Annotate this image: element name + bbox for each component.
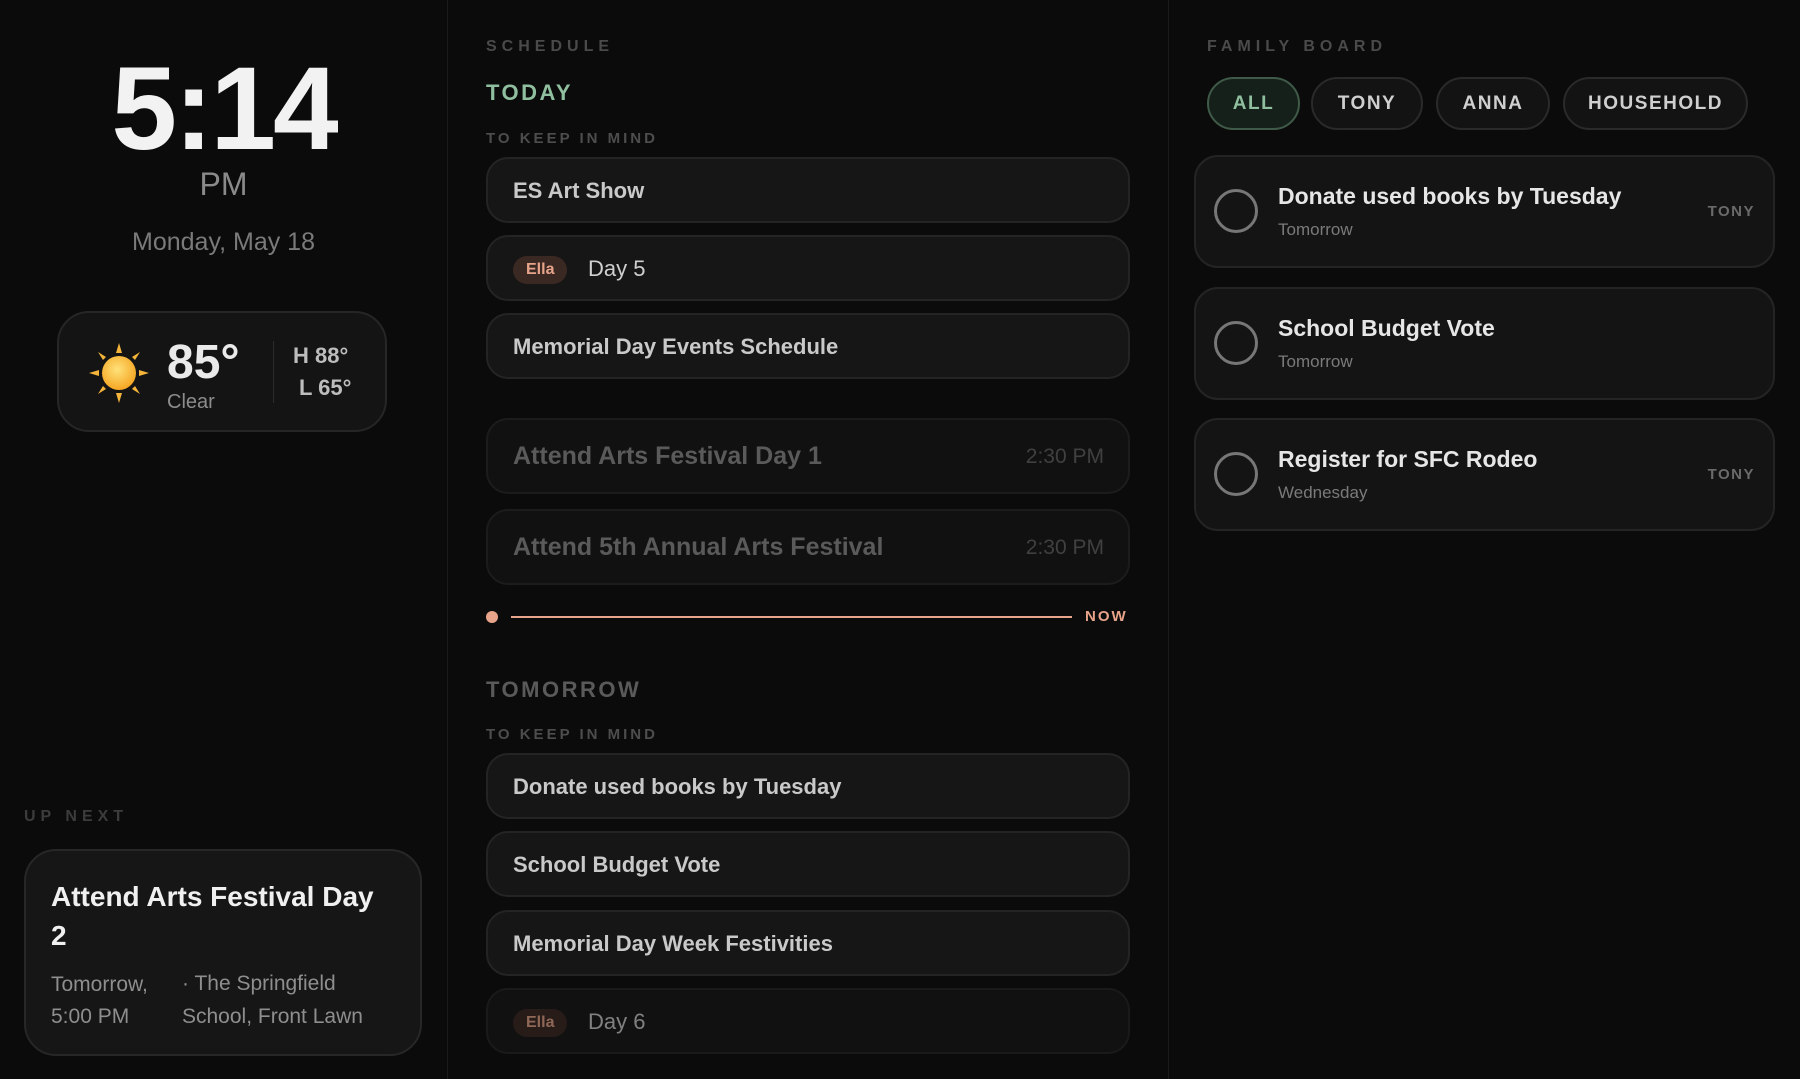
event-title: Attend 5th Annual Arts Festival [513, 533, 884, 561]
filter-tony[interactable]: TONY [1311, 77, 1423, 130]
today-keep-label: TO KEEP IN MIND [486, 130, 658, 147]
keep-item-text: School Budget Vote [513, 852, 721, 877]
filter-all[interactable]: ALL [1207, 77, 1300, 130]
task-due: Wednesday [1278, 483, 1368, 502]
task-due: Tomorrow [1278, 220, 1353, 239]
today-label: TODAY [486, 80, 574, 105]
task-due: Tomorrow [1278, 352, 1353, 371]
keep-item-text: Day 6 [588, 1009, 646, 1034]
weather-divider [273, 341, 274, 403]
past-event[interactable]: Attend 5th Annual Arts Festival 2:30 PM [486, 509, 1130, 585]
tomorrow-label: TOMORROW [486, 677, 642, 702]
task-card[interactable]: Donate used books by Tuesday Tomorrow TO… [1194, 155, 1775, 268]
task-assignee: TONY [1707, 203, 1755, 220]
event-title: Attend Arts Festival Day 1 [513, 442, 822, 470]
person-tag: Ella [513, 1009, 568, 1037]
schedule-panel: SCHEDULE TODAY TO KEEP IN MIND ES Art Sh… [448, 0, 1169, 1079]
event-time: 2:30 PM [1025, 536, 1104, 559]
keep-item[interactable]: Memorial Day Events Schedule [486, 313, 1130, 379]
keep-item[interactable]: Donate used books by Tuesday [486, 753, 1130, 819]
schedule-label: SCHEDULE [486, 38, 615, 55]
weather-high: H 88° [293, 343, 349, 368]
sun-icon [89, 343, 149, 403]
keep-item-text: Memorial Day Events Schedule [513, 334, 839, 359]
task-card[interactable]: School Budget Vote Tomorrow [1194, 287, 1775, 400]
keep-item-text: Donate used books by Tuesday [513, 774, 842, 799]
weather-condition: Clear [167, 391, 215, 413]
task-card[interactable]: Register for SFC Rodeo Wednesday TONY [1194, 418, 1775, 531]
clock-time: 5:14 [111, 43, 338, 175]
past-event[interactable]: Attend Arts Festival Day 1 2:30 PM [486, 418, 1130, 494]
clock-ampm: PM [199, 166, 248, 202]
now-label: NOW [1085, 608, 1128, 625]
tomorrow-keep-label: TO KEEP IN MIND [486, 726, 658, 743]
up-next-card[interactable]: Attend Arts Festival Day 2 Tomorrow, 5:0… [24, 849, 422, 1056]
event-time: 2:30 PM [1025, 445, 1104, 468]
weather-widget[interactable]: 85° Clear H 88° L 65° [57, 311, 387, 432]
task-checkbox[interactable] [1214, 452, 1258, 496]
keep-item-text: Day 5 [588, 256, 646, 281]
keep-item[interactable]: Ella Day 5 [486, 235, 1130, 301]
task-title: Register for SFC Rodeo [1278, 446, 1538, 472]
up-next-location: · The Springfield School, Front Lawn [182, 972, 363, 1028]
keep-item[interactable]: ES Art Show [486, 157, 1130, 223]
keep-item[interactable]: Ella Day 6 [486, 988, 1130, 1054]
left-panel: 5:14 PM Monday, May 18 85° Clear H 88° L… [0, 0, 448, 1079]
keep-item[interactable]: Memorial Day Week Festivities [486, 910, 1130, 976]
current-date: Monday, May 18 [132, 228, 315, 256]
family-board-panel: FAMILY BOARD ALL TONY ANNA HOUSEHOLD Don… [1169, 0, 1800, 1079]
person-tag: Ella [513, 256, 568, 284]
keep-item[interactable]: School Budget Vote [486, 831, 1130, 897]
task-checkbox[interactable] [1214, 321, 1258, 365]
keep-item-text: ES Art Show [513, 178, 645, 203]
up-next-time: Tomorrow, 5:00 PM [51, 973, 148, 1028]
up-next-title: Attend Arts Festival Day 2 [51, 881, 374, 951]
filter-household[interactable]: HOUSEHOLD [1563, 77, 1748, 130]
task-assignee: TONY [1707, 466, 1755, 483]
task-title: Donate used books by Tuesday [1278, 183, 1622, 209]
now-indicator-line [511, 616, 1072, 618]
keep-item-text: Memorial Day Week Festivities [513, 931, 833, 956]
task-checkbox[interactable] [1214, 189, 1258, 233]
filter-anna[interactable]: ANNA [1436, 77, 1550, 130]
weather-temp: 85° [167, 336, 240, 389]
weather-low: L 65° [299, 375, 352, 400]
now-indicator-dot [486, 611, 498, 623]
family-board-label: FAMILY BOARD [1207, 38, 1388, 55]
task-title: School Budget Vote [1278, 315, 1495, 341]
up-next-label: UP NEXT [24, 808, 129, 825]
